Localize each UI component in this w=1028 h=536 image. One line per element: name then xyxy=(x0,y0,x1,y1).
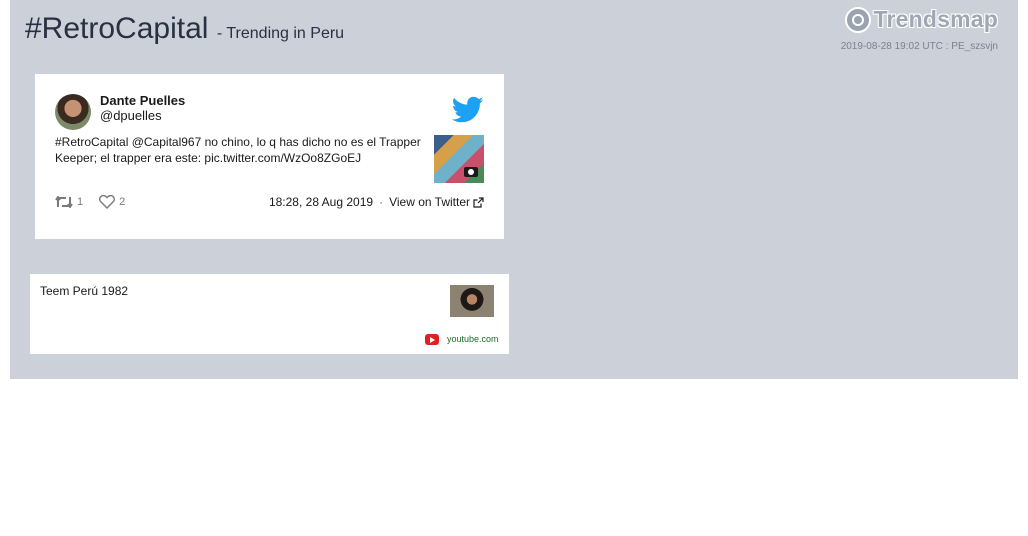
tweet-text: #RetroCapital @Capital967 no chino, lo q… xyxy=(55,134,427,166)
trendsmap-logo[interactable]: Trendsmap xyxy=(845,6,998,33)
tweet-actions: 1 2 xyxy=(55,195,141,209)
hashtag-title[interactable]: #RetroCapital xyxy=(25,12,208,45)
tweet-card: Dante Puelles @dpuelles #RetroCapital @C… xyxy=(35,74,504,239)
separator: · xyxy=(379,195,384,209)
video-thumbnail[interactable] xyxy=(450,285,494,317)
retweet-action[interactable]: 1 xyxy=(55,196,83,208)
view-on-twitter-link[interactable]: View on Twitter xyxy=(389,195,470,209)
link-card[interactable]: Teem Perú 1982 youtube.com xyxy=(30,274,509,354)
retweet-icon xyxy=(55,196,73,208)
link-domain[interactable]: youtube.com xyxy=(447,334,499,344)
timestamp: 2019-08-28 19:02 UTC : PE_szsvjn xyxy=(840,41,998,52)
external-link-icon xyxy=(473,196,484,208)
tweet-text-line: Keeper; el trapper era este: pic.twitter… xyxy=(55,151,362,165)
like-action[interactable]: 2 xyxy=(99,195,125,209)
page-title: #RetroCapital - Trending in Peru xyxy=(25,12,344,46)
youtube-icon xyxy=(425,334,439,345)
tweet-media-thumbnail[interactable] xyxy=(434,135,484,183)
twitter-bird-icon[interactable] xyxy=(452,96,484,124)
link-title[interactable]: Teem Perú 1982 xyxy=(40,284,128,298)
logo-text: Trendsmap xyxy=(873,6,998,32)
avatar[interactable] xyxy=(55,94,91,130)
tweet-text-line: #RetroCapital @Capital967 no chino, lo q… xyxy=(55,135,421,149)
trend-panel: #RetroCapital - Trending in Peru Trendsm… xyxy=(10,0,1018,379)
author-name[interactable]: Dante Puelles xyxy=(100,93,185,108)
author-handle[interactable]: @dpuelles xyxy=(100,108,162,123)
tweet-time[interactable]: 18:28, 28 Aug 2019 xyxy=(269,195,373,209)
heart-icon xyxy=(99,195,116,209)
tweet-meta: 18:28, 28 Aug 2019 · View on Twitter xyxy=(269,195,484,209)
trend-subtitle: - Trending in Peru xyxy=(216,25,345,42)
trendsmap-logo-icon xyxy=(845,6,872,33)
retweet-count: 1 xyxy=(77,196,84,208)
like-count: 2 xyxy=(119,196,126,208)
camera-icon xyxy=(464,167,478,177)
